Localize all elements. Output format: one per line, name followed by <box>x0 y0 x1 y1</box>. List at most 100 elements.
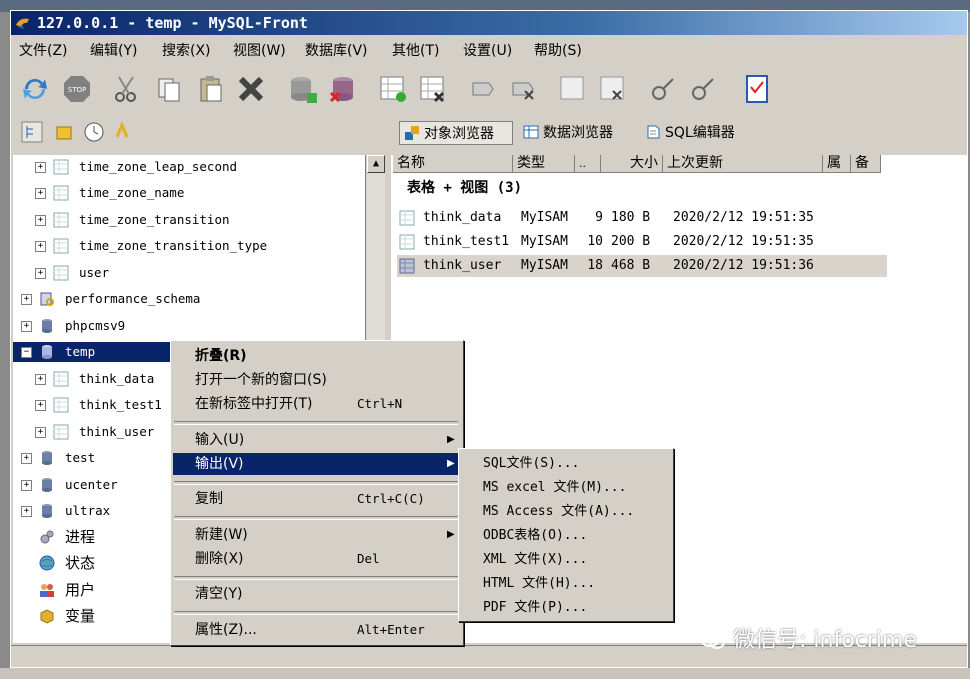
column-header-count[interactable]: .. <box>575 155 601 173</box>
refresh-icon[interactable] <box>19 73 51 105</box>
list-group-header: 表格 + 视图 (3) <box>407 180 523 196</box>
expand-plus-icon[interactable]: + <box>21 453 32 464</box>
menu-database[interactable]: 数据库(V) <box>305 40 368 60</box>
expand-plus-icon[interactable]: + <box>21 506 32 517</box>
menu-item-label: 在新标签中打开(T) <box>195 396 313 412</box>
table-remove-icon[interactable] <box>417 73 449 105</box>
expand-plus-icon[interactable]: + <box>35 162 46 173</box>
copy-icon[interactable] <box>153 73 185 105</box>
menu-item-open-new-window[interactable]: 打开一个新的窗口(S) <box>173 369 459 391</box>
menu-item-export-odbc[interactable]: ODBC表格(O)... <box>461 525 669 547</box>
menu-help[interactable]: 帮助(S) <box>534 40 582 60</box>
menu-item-export-html[interactable]: HTML 文件(H)... <box>461 573 669 595</box>
tab-sql-editor[interactable]: SQL编辑器 <box>641 121 735 145</box>
menu-edit[interactable]: 编辑(Y) <box>90 40 137 60</box>
foreign-key-add-icon[interactable] <box>647 73 679 105</box>
column-header-attributes[interactable]: 属 <box>823 155 851 173</box>
database-icon <box>42 478 52 492</box>
menu-item-export-access[interactable]: MS Access 文件(A)... <box>461 501 669 523</box>
search-results-icon[interactable] <box>113 121 135 143</box>
expand-plus-icon[interactable]: + <box>35 241 46 252</box>
table-icon <box>53 238 69 254</box>
cell-name: think_user <box>423 258 502 273</box>
menu-item-export[interactable]: 输出(V) ▶ <box>173 453 459 475</box>
tree-node-label: 状态 <box>65 554 96 572</box>
checklist-icon[interactable] <box>741 73 773 105</box>
menu-item-properties[interactable]: 属性(Z)... Alt+Enter <box>173 619 459 641</box>
menu-item-delete[interactable]: 删除(X) Del <box>173 548 459 570</box>
column-header-updated[interactable]: 上次更新 <box>663 155 823 173</box>
tab-object-browser[interactable]: 对象浏览器 <box>399 121 513 145</box>
index-add-icon[interactable] <box>557 73 589 105</box>
expand-plus-icon[interactable]: + <box>35 268 46 279</box>
stop-icon[interactable]: STOP <box>61 73 93 105</box>
main-toolbar: STOP <box>11 65 967 113</box>
menu-item-export-xml[interactable]: XML 文件(X)... <box>461 549 669 571</box>
bookmark-icon[interactable] <box>53 121 75 143</box>
expand-plus-icon[interactable]: + <box>21 321 32 332</box>
menu-search[interactable]: 搜索(X) <box>162 40 211 60</box>
expand-plus-icon[interactable]: + <box>21 294 32 305</box>
menu-item-label: XML 文件(X)... <box>483 552 588 567</box>
menu-item-shortcut: Ctrl+C(C) <box>357 491 425 506</box>
menu-bar: 文件(Z) 编辑(Y) 搜索(X) 视图(W) 数据库(V) 其他(T) 设置(… <box>11 37 967 61</box>
list-row-think_user[interactable]: think_user MyISAM 18 468 B 2020/2/12 19:… <box>397 255 887 277</box>
table-icon <box>53 424 69 440</box>
menu-item-import[interactable]: 输入(U) ▶ <box>173 429 459 451</box>
menu-item-export-pdf[interactable]: PDF 文件(P)... <box>461 597 669 619</box>
list-row-think_data[interactable]: think_data MyISAM 9 180 B 2020/2/12 19:5… <box>397 207 887 229</box>
column-header-comment[interactable]: 备 <box>851 155 881 173</box>
tab-data-browser[interactable]: 数据浏览器 <box>519 121 613 145</box>
sql-editor-icon <box>647 125 660 139</box>
paste-icon[interactable] <box>195 73 227 105</box>
cut-icon[interactable] <box>111 73 143 105</box>
column-header-type[interactable]: 类型 <box>513 155 575 173</box>
column-header-name[interactable]: 名称 <box>393 155 513 173</box>
menu-view[interactable]: 视图(W) <box>233 40 286 60</box>
list-row-think_test1[interactable]: think_test1 MyISAM 10 200 B 2020/2/12 19… <box>397 231 887 253</box>
menu-item-collapse[interactable]: 折叠(R) <box>173 345 459 367</box>
tree-node-label: 变量 <box>65 607 96 625</box>
foreign-key-remove-icon[interactable] <box>687 73 719 105</box>
menu-item-clear[interactable]: 清空(Y) <box>173 583 459 605</box>
menu-item-copy[interactable]: 复制 Ctrl+C(C) <box>173 488 459 510</box>
scroll-up-arrow-icon[interactable]: ▲ <box>367 155 385 173</box>
tree-node-label: time_zone_leap_second <box>79 159 238 174</box>
table-icon <box>399 234 415 250</box>
menu-settings[interactable]: 设置(U) <box>463 40 512 60</box>
expand-plus-icon[interactable]: + <box>35 188 46 199</box>
db-add-icon[interactable] <box>287 73 319 105</box>
tree-view-icon[interactable] <box>21 121 43 143</box>
field-remove-icon[interactable] <box>507 73 539 105</box>
expand-plus-icon[interactable]: + <box>35 215 46 226</box>
tree-node-label: test <box>65 450 96 465</box>
collapse-minus-icon[interactable]: − <box>21 347 32 358</box>
index-remove-icon[interactable] <box>597 73 629 105</box>
menu-item-open-new-tab[interactable]: 在新标签中打开(T) Ctrl+N <box>173 393 459 415</box>
tree-node-temp[interactable]: − temp <box>13 342 171 362</box>
table-icon <box>53 159 69 175</box>
menu-other[interactable]: 其他(T) <box>392 40 439 60</box>
expand-plus-icon[interactable]: + <box>35 427 46 438</box>
menu-item-export-sql[interactable]: SQL文件(S)... <box>461 453 669 475</box>
menu-item-export-excel[interactable]: MS excel 文件(M)... <box>461 477 669 499</box>
expand-plus-icon[interactable]: + <box>35 374 46 385</box>
expand-plus-icon[interactable]: + <box>21 480 32 491</box>
menu-item-new[interactable]: 新建(W) ▶ <box>173 524 459 546</box>
db-remove-icon[interactable] <box>327 73 359 105</box>
globe-icon <box>39 555 55 571</box>
menu-item-label: 删除(X) <box>195 551 244 567</box>
delete-icon[interactable] <box>235 73 267 105</box>
column-header-size[interactable]: 大小 <box>601 155 663 173</box>
field-add-icon[interactable] <box>467 73 499 105</box>
cell-count: 9 <box>595 210 603 225</box>
table-add-icon[interactable] <box>377 73 409 105</box>
menu-separator <box>174 481 458 485</box>
menu-file[interactable]: 文件(Z) <box>19 40 68 60</box>
history-clock-icon[interactable] <box>83 121 105 143</box>
expand-plus-icon[interactable]: + <box>35 400 46 411</box>
package-icon <box>40 609 54 624</box>
database-icon <box>42 319 52 333</box>
context-menu: 折叠(R) 打开一个新的窗口(S) 在新标签中打开(T) Ctrl+N 输入(U)… <box>170 340 464 646</box>
menu-item-label: PDF 文件(P)... <box>483 600 588 615</box>
